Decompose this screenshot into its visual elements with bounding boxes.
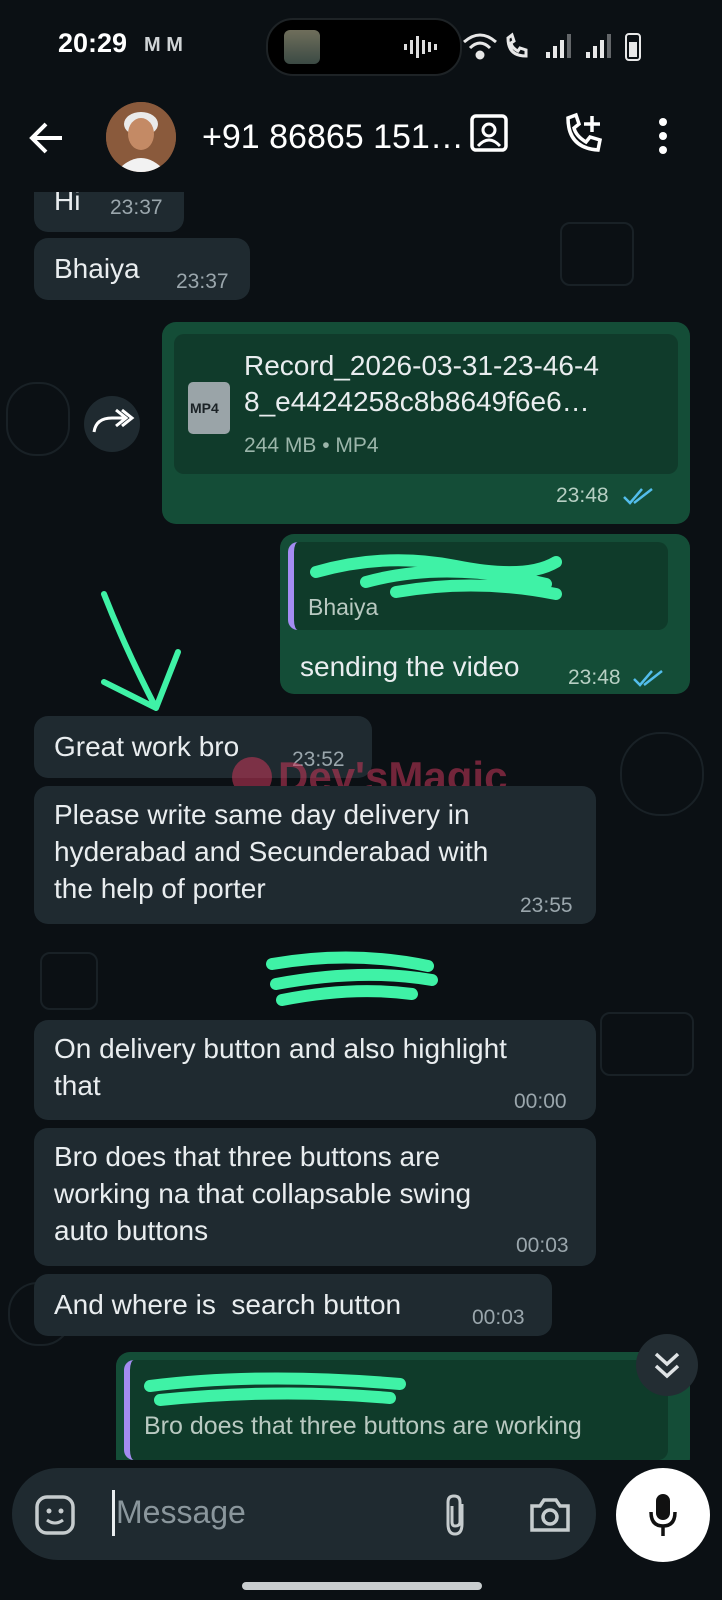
message-bubble-outgoing[interactable]: MP4 Record_2026-03-31-23-46-4 8_e4424258… xyxy=(162,322,690,524)
message-time: 23:55 xyxy=(520,894,573,917)
camera-icon[interactable] xyxy=(528,1494,572,1534)
status-indicators: M M xyxy=(144,34,183,56)
wallpaper-doodle xyxy=(620,732,704,816)
message-time: 00:00 xyxy=(514,1090,567,1113)
message-time: 00:03 xyxy=(516,1234,569,1257)
message-text: Please write same day delivery in hydera… xyxy=(54,799,489,904)
message-time: 00:03 xyxy=(472,1306,525,1329)
read-ticks-icon xyxy=(623,488,653,505)
message-text: Great work bro xyxy=(54,731,240,762)
wallpaper-doodle xyxy=(560,222,634,286)
more-vert-icon[interactable] xyxy=(656,116,670,156)
mp4-file-icon: MP4 xyxy=(188,382,230,434)
file-name: Record_2026-03-31-23-46-4 8_e4424258c8b8… xyxy=(244,350,599,417)
message-text: sending the video xyxy=(300,651,520,682)
contact-card-icon[interactable] xyxy=(468,112,510,154)
text-cursor xyxy=(112,1490,115,1536)
wallpaper-doodle xyxy=(600,1012,694,1076)
signal-icon xyxy=(546,34,571,58)
mic-icon xyxy=(649,1494,677,1536)
add-call-icon[interactable] xyxy=(562,112,606,156)
annotation-arrow xyxy=(101,591,181,711)
dynamic-island xyxy=(266,18,462,76)
wifi-icon xyxy=(463,33,497,60)
file-attachment[interactable]: MP4 Record_2026-03-31-23-46-4 8_e4424258… xyxy=(174,334,678,474)
message-text: And where is search button xyxy=(54,1289,402,1320)
message-text: On delivery button and also highlight th… xyxy=(54,1033,507,1101)
contact-name[interactable]: +91 86865 151… xyxy=(202,118,464,157)
scroll-to-bottom-button[interactable] xyxy=(636,1334,698,1396)
message-bubble-incoming[interactable]: On delivery button and also highlight th… xyxy=(34,1020,596,1120)
attach-icon[interactable] xyxy=(440,1492,470,1538)
redaction-scribble xyxy=(310,554,562,600)
message-bubble-incoming[interactable]: Hi 23:37 xyxy=(34,192,184,232)
avatar[interactable] xyxy=(106,102,176,172)
chat-area[interactable]: Hi 23:37 Bhaiya 23:37 MP4 Record_2026-03… xyxy=(0,192,722,1460)
mic-button[interactable] xyxy=(616,1468,710,1562)
message-composer[interactable]: Message xyxy=(12,1468,596,1560)
wallpaper-doodle xyxy=(6,382,70,456)
sticker-icon[interactable] xyxy=(34,1494,76,1536)
quoted-text: Bro does that three buttons are working xyxy=(144,1412,582,1440)
status-right-icons xyxy=(462,30,662,69)
redaction-scribble xyxy=(144,1372,406,1406)
status-bar: 20:29 M M xyxy=(0,0,722,92)
wifi-calling-icon xyxy=(506,32,528,58)
message-time: 23:48 xyxy=(556,484,609,507)
double-chevron-down-icon xyxy=(654,1352,680,1379)
message-bubble-incoming[interactable]: And where is search button 00:03 xyxy=(34,1274,552,1336)
file-meta: 244 MB • MP4 xyxy=(244,434,379,457)
gesture-nav-bar[interactable] xyxy=(242,1582,482,1590)
video-thumbnail-icon xyxy=(284,30,320,64)
forward-icon xyxy=(92,408,135,433)
audio-wave-icon xyxy=(404,36,437,58)
redaction-scribble xyxy=(266,951,438,1006)
message-bubble-incoming[interactable]: Bro does that three buttons are working … xyxy=(34,1128,596,1266)
signal-icon xyxy=(586,34,611,58)
status-time: 20:29 xyxy=(58,28,128,58)
wallpaper-doodle xyxy=(40,952,98,1010)
message-bubble-incoming[interactable]: Please write same day delivery in hydera… xyxy=(34,786,596,924)
message-bubble-incoming[interactable]: Bhaiya 23:37 xyxy=(34,238,250,300)
read-ticks-icon xyxy=(633,670,663,687)
message-text: Hi xyxy=(54,192,81,216)
back-arrow-icon[interactable] xyxy=(28,120,68,156)
message-time: 23:48 xyxy=(568,666,621,689)
message-text: Bro does that three buttons are working … xyxy=(54,1141,472,1246)
chat-header: +91 86865 151… xyxy=(0,92,722,192)
message-time: 23:37 xyxy=(176,270,229,293)
message-input[interactable]: Message xyxy=(116,1494,246,1531)
message-text: Bhaiya xyxy=(54,253,140,284)
message-time: 23:37 xyxy=(110,196,163,219)
battery-icon xyxy=(625,33,641,61)
forward-button[interactable] xyxy=(84,396,140,452)
